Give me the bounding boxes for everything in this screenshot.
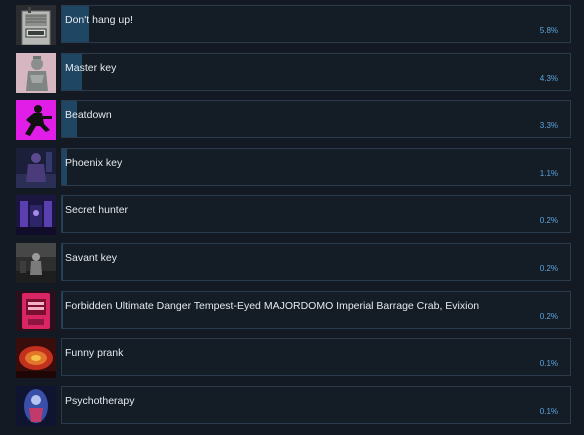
achievement-percent: 5.8% xyxy=(539,26,558,35)
red-stage-icon xyxy=(16,338,56,378)
achievement-percent: 0.2% xyxy=(539,264,558,273)
progress-bar xyxy=(62,244,63,280)
achievement-row[interactable]: Savant key 0.2% xyxy=(0,243,584,283)
achievement-row[interactable]: Phoenix key 1.1% xyxy=(0,148,584,188)
achievement-name: Savant key xyxy=(65,252,117,264)
achievement-panel: Savant key 0.2% xyxy=(61,243,571,281)
achievement-panel: Funny prank 0.1% xyxy=(61,338,571,376)
achievement-percent: 3.3% xyxy=(539,121,558,130)
achievement-name: Secret hunter xyxy=(65,204,129,216)
achievement-percent: 0.2% xyxy=(539,216,558,225)
achievement-percent: 0.2% xyxy=(539,312,558,321)
achievement-percent: 0.1% xyxy=(539,359,558,368)
achievement-percent: 4.3% xyxy=(539,74,558,83)
achievement-panel: Master key 4.3% xyxy=(61,53,571,91)
achievement-row[interactable]: Funny prank 0.1% xyxy=(0,338,584,378)
achievement-percent: 0.1% xyxy=(539,407,558,416)
red-arcade-cabinet-icon xyxy=(16,291,56,331)
achievement-row[interactable]: Forbidden Ultimate Danger Tempest-Eyed M… xyxy=(0,291,584,331)
achievement-name: Funny prank xyxy=(65,347,124,359)
achievement-panel: Beatdown 3.3% xyxy=(61,100,571,138)
fighter-silhouette-icon xyxy=(16,100,56,140)
achievement-name: Master key xyxy=(65,62,117,74)
achievement-row[interactable]: Secret hunter 0.2% xyxy=(0,195,584,235)
achievement-panel: Secret hunter 0.2% xyxy=(61,195,571,233)
achievement-name: Don't hang up! xyxy=(65,14,133,26)
achievement-name: Forbidden Ultimate Danger Tempest-Eyed M… xyxy=(65,300,480,312)
achievement-name: Phoenix key xyxy=(65,157,123,169)
achievement-row[interactable]: Master key 4.3% xyxy=(0,53,584,93)
achievement-row[interactable]: Don't hang up! 5.8% xyxy=(0,5,584,45)
achievement-row[interactable]: Beatdown 3.3% xyxy=(0,100,584,140)
walkie-talkie-icon xyxy=(16,5,56,45)
statue-icon xyxy=(16,53,56,93)
progress-bar xyxy=(62,292,63,328)
achievement-percent: 1.1% xyxy=(539,169,558,178)
achievement-name: Psychotherapy xyxy=(65,395,135,407)
blue-portrait-icon xyxy=(16,386,56,426)
achievement-row[interactable]: Psychotherapy 0.1% xyxy=(0,386,584,426)
progress-bar xyxy=(62,196,63,232)
grey-room-figure-icon xyxy=(16,243,56,283)
achievement-panel: Psychotherapy 0.1% xyxy=(61,386,571,424)
achievement-panel: Don't hang up! 5.8% xyxy=(61,5,571,43)
achievement-name: Beatdown xyxy=(65,109,112,121)
achievement-list: Don't hang up! 5.8% Master key 4.3% Beat… xyxy=(0,0,584,435)
achievement-panel: Phoenix key 1.1% xyxy=(61,148,571,186)
dark-room-figure-icon xyxy=(16,148,56,188)
achievement-panel: Forbidden Ultimate Danger Tempest-Eyed M… xyxy=(61,291,571,329)
purple-corridor-icon xyxy=(16,195,56,235)
